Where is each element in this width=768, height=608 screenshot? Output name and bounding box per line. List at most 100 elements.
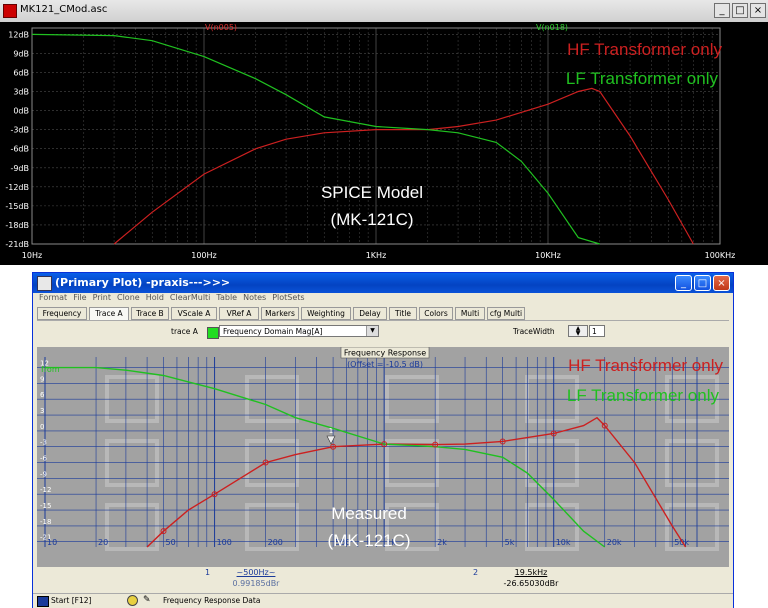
spice-y-tick-label: 0dB [13,107,29,116]
trace-settings-panel: trace A Frequency Domain Mag[A] ▼ TraceW… [37,320,729,349]
praxis-series-line-green [45,366,606,548]
praxis-y-tick-label: 3 [40,407,44,415]
tab-frequency[interactable]: Frequency [37,307,87,320]
close-button[interactable]: × [750,3,766,18]
spice-x-tick-label: 100Hz [191,251,216,260]
marker-1-label: 1 [329,427,333,435]
spice-y-tick-label: -15dB [5,202,29,211]
praxis-y-tick-label: -12 [40,486,51,494]
praxis-x-tick-label: 10k [556,538,571,547]
praxis-maximize-button[interactable]: □ [694,275,711,291]
tab-delay[interactable]: Delay [353,307,387,320]
menu-item-plotsets[interactable]: PlotSets [272,293,304,302]
praxis-legend-lf: LF Transformer only [567,386,720,405]
spice-y-tick-label: -3dB [10,126,29,135]
trace-width-spinner[interactable]: ▲ ▼ [568,325,588,337]
trace-label: trace A [171,327,198,336]
praxis-y-tick-label: -15 [40,502,51,510]
tab-vscale-a[interactable]: VScale A [171,307,217,320]
praxis-window-title: (Primary Plot) -praxis--->>> [55,276,231,289]
menu-item-hold[interactable]: Hold [146,293,164,302]
spice-x-tick-label: 10KHz [535,251,561,260]
cursor-2-readout[interactable]: 2 19.5kHz -26.65030dBr [469,567,579,591]
spice-legend-lf: LF Transformer only [566,69,719,88]
praxis-x-tick-label: 5k [505,538,515,547]
praxis-minimize-button[interactable]: _ [675,275,692,291]
praxis-y-tick-label: 6 [40,391,45,399]
spice-x-tick-label: 100KHz [705,251,736,260]
trace-color-swatch[interactable] [207,327,219,339]
praxis-x-tick-label: 20k [607,538,622,547]
menu-item-format[interactable]: Format [39,293,67,302]
menu-item-clone[interactable]: Clone [117,293,140,302]
tab-markers[interactable]: Markers [261,307,299,320]
chevron-down-icon[interactable]: ▼ [366,326,378,336]
spice-plot-area[interactable]: 12dB 9dB 6dB 3dB 0dB -3dB -6dB -9dB -12dB -15dB -1… [0,22,768,265]
trace-width-input[interactable]: 1 [589,325,605,337]
tab-weighting[interactable]: Weighting [301,307,351,320]
praxis-x-tick-label: 2k [437,538,447,547]
spice-y-tick-label: -18dB [5,221,29,230]
cursor-2-frequency: 19.5kHz [514,568,548,577]
praxis-status-bar: Start [F12] ✎ Frequency Response Data [33,593,733,608]
spice-y-tick-label: -12dB [5,183,29,192]
cursor-1-index: 1 [205,568,211,577]
tab-title[interactable]: Title [389,307,417,320]
menu-item-table[interactable]: Table [216,293,237,302]
spice-x-tick-label: 10Hz [22,251,42,260]
menu-item-clearmulti[interactable]: ClearMulti [170,293,210,302]
cursor-1-readout[interactable]: 1 ~500Hz~ 0.99185dBr [201,567,301,591]
pin-icon[interactable]: ✎ [143,595,151,605]
praxis-app-icon [37,276,52,291]
tab-cfg-multi[interactable]: cfg Multi [487,307,525,320]
spice-y-tick-label: -6dB [10,145,29,154]
trace-width-label: TraceWidth [513,327,555,336]
tab-colors[interactable]: Colors [419,307,453,320]
watermark-tile [105,503,159,551]
clock-icon[interactable] [127,595,138,606]
spice-legend-hf: HF Transformer only [567,40,722,59]
praxis-plot-area[interactable]: 12 9 6 3 0 -3 -6 -9 -12 -15 -18 -21 10 20 50 100 200 500 1… [37,346,729,567]
spice-trace-label-green[interactable]: V(n018) [536,23,568,32]
tab-trace-b[interactable]: Trace B [131,307,169,320]
y-axis-top-label: from [41,365,60,374]
plot-title: Frequency Response [344,349,426,358]
cursor-1-value: 0.99185dBr [232,579,280,588]
spice-chart: 12dB 9dB 6dB 3dB 0dB -3dB -6dB -9dB -12dB -15dB -1… [5,23,736,260]
spice-y-tick-label: 12dB [8,30,29,39]
praxis-close-button[interactable]: × [713,275,730,291]
spice-y-tick-label: 3dB [13,88,29,97]
praxis-titlebar[interactable]: (Primary Plot) -praxis--->>> _ □ × [33,273,733,293]
cursor-1-frequency: ~500Hz~ [236,568,276,577]
praxis-window: (Primary Plot) -praxis--->>> _ □ × Forma… [32,272,734,608]
menu-item-file[interactable]: File [73,293,86,302]
praxis-x-tick-label: 200 [268,538,283,547]
praxis-y-tick-label: -18 [40,518,51,526]
praxis-caption-line2: (MK-121C) [327,531,410,550]
trace-type-select[interactable]: Frequency Domain Mag[A] ▼ [219,325,379,337]
praxis-chart: 129630-3-6-9-12-15-18-2110 20 50 100 200 500 1… [37,346,729,551]
spice-window: MK121_CMod.asc _ □ × 12dB 9dB 6dB 3dB 0dB -3d… [0,0,768,265]
praxis-y-tick-label: 0 [40,423,44,431]
offset-label: (Offset = -10.5 dB) [347,360,423,369]
tab-multi[interactable]: Multi [455,307,485,320]
tab-vref-a[interactable]: VRef A [219,307,259,320]
praxis-x-tick-label: 100 [217,538,232,547]
menu-item-notes[interactable]: Notes [243,293,266,302]
tab-trace-a[interactable]: Trace A [89,307,129,321]
marker-1-icon[interactable] [326,435,336,445]
spice-x-tick-label: 1KHz [366,251,387,260]
spice-caption-line1: SPICE Model [321,183,423,202]
praxis-y-tick-label: -9 [40,470,47,478]
praxis-x-tick-label: 50k [674,538,689,547]
maximize-button[interactable]: □ [732,3,748,18]
praxis-caption-line1: Measured [331,504,407,523]
praxis-y-tick-label: -6 [40,455,48,463]
minimize-button[interactable]: _ [714,3,730,18]
praxis-y-tick-label: -3 [40,439,47,447]
spice-trace-label-red[interactable]: V(n005) [205,23,237,32]
menu-item-print[interactable]: Print [93,293,111,302]
start-button[interactable]: Start [F12] [51,596,91,605]
spice-titlebar[interactable]: MK121_CMod.asc _ □ × [0,0,768,23]
status-text: Frequency Response Data [163,596,261,605]
